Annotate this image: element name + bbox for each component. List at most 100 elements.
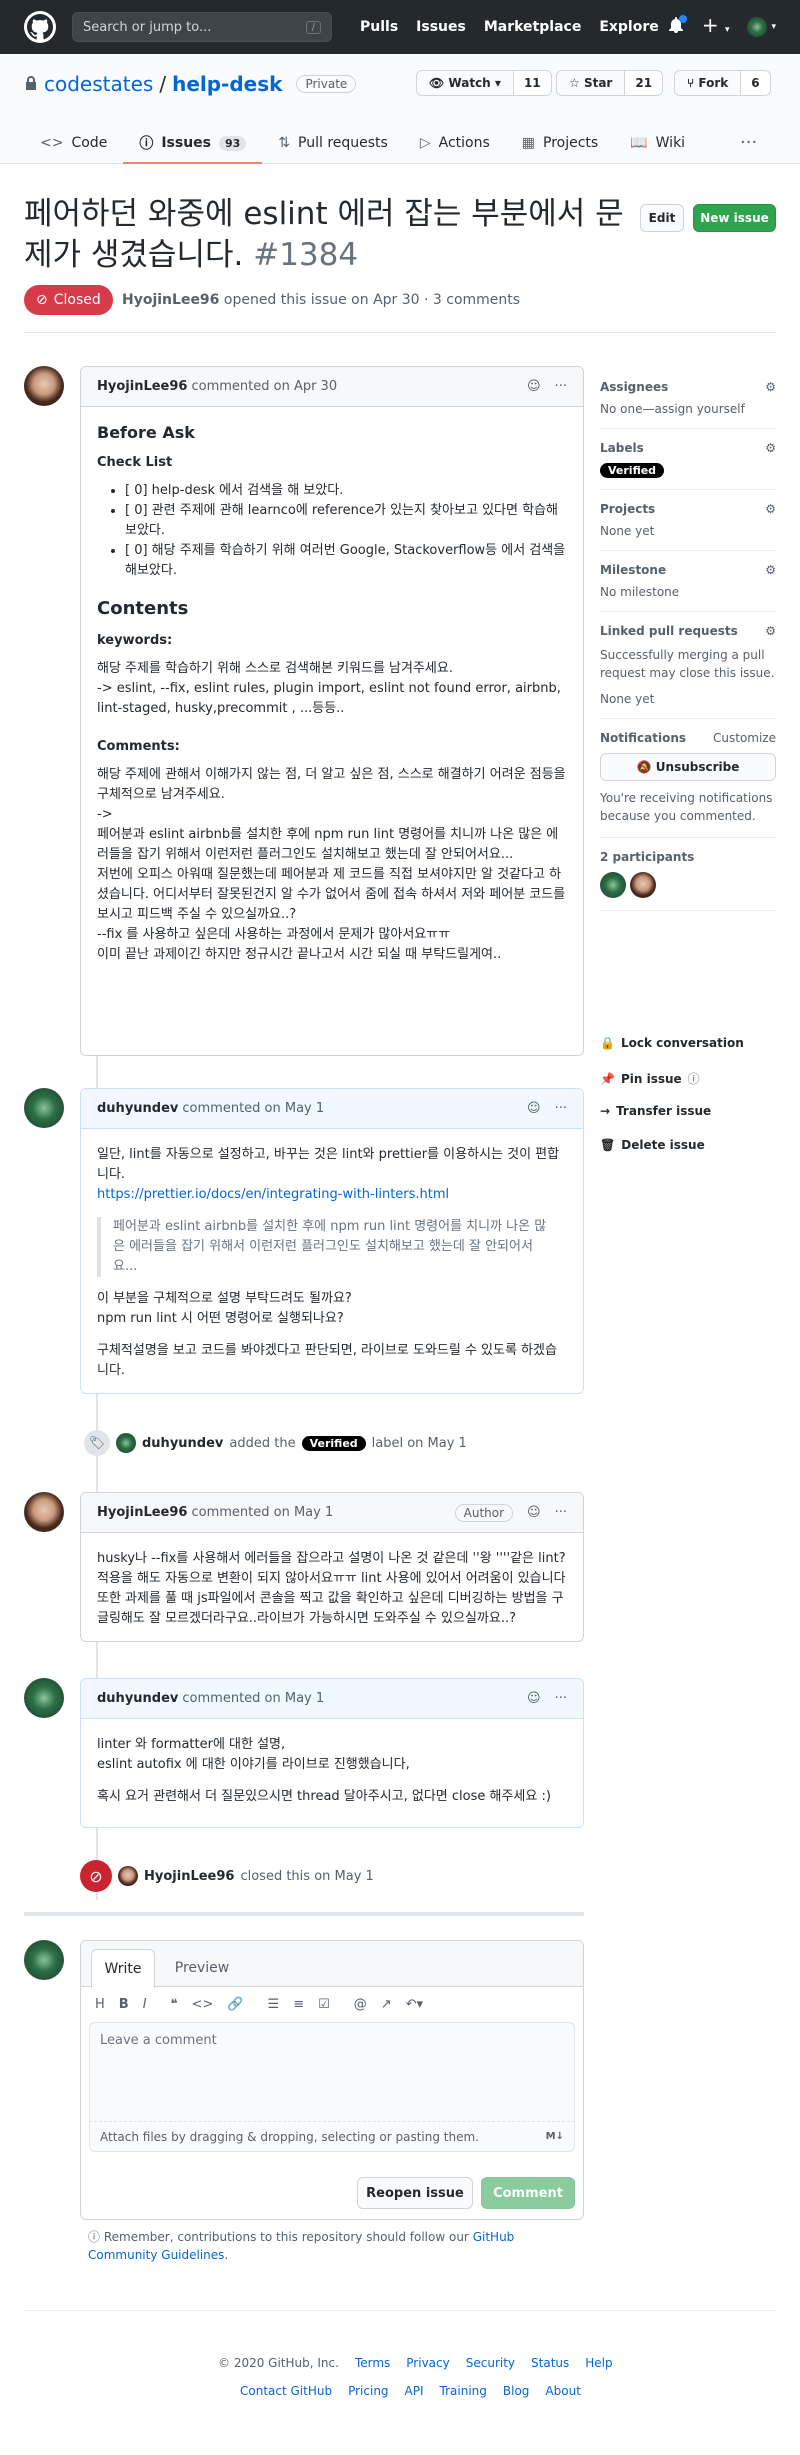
attach-files-area[interactable]: Attach files by dragging & dropping, sel…	[89, 2122, 575, 2152]
verified-label[interactable]: Verified	[600, 463, 665, 478]
more-menu-icon[interactable]: ···	[740, 132, 757, 153]
smiley-icon[interactable]: ☺	[527, 379, 541, 394]
commenter-avatar[interactable]	[24, 1678, 64, 1718]
gear-icon[interactable]: ⚙	[765, 502, 776, 516]
preview-tab[interactable]: Preview	[167, 1949, 237, 1987]
tab-wiki[interactable]: 📖 Wiki	[614, 124, 701, 164]
assignees-header[interactable]: Assignees ⚙	[600, 380, 776, 394]
participant-avatar[interactable]	[630, 872, 656, 898]
issue-author-link[interactable]: HyojinLee96	[122, 292, 219, 308]
prettier-docs-link[interactable]: https://prettier.io/docs/en/integrating-…	[97, 1187, 449, 1202]
footer-link-privacy[interactable]: Privacy	[406, 2356, 449, 2370]
gear-icon[interactable]: ⚙	[765, 441, 776, 455]
event-actor[interactable]: duhyundev	[142, 1436, 223, 1451]
gear-icon[interactable]: ⚙	[765, 624, 776, 638]
tab-actions[interactable]: ▷ Actions	[404, 124, 506, 164]
search-input[interactable]: Search or jump to... /	[72, 12, 332, 42]
kebab-menu-icon[interactable]: ···	[555, 379, 567, 394]
pin-issue-button[interactable]: 📌 Pin issue ⓘ	[600, 1070, 700, 1087]
smiley-icon[interactable]: ☺	[527, 1505, 541, 1520]
nav-pulls[interactable]: Pulls	[360, 19, 398, 35]
customize-link[interactable]: Customize	[713, 731, 776, 745]
link-icon[interactable]: 🔗	[227, 1997, 243, 2012]
gear-icon[interactable]: ⚙	[765, 563, 776, 577]
lock-conversation-button[interactable]: 🔒 Lock conversation	[600, 1036, 744, 1050]
smiley-icon[interactable]: ☺	[527, 1691, 541, 1706]
actor-avatar[interactable]	[116, 1433, 136, 1453]
gear-icon[interactable]: ⚙	[765, 380, 776, 394]
comment-author[interactable]: HyojinLee96	[97, 379, 187, 394]
heading-icon[interactable]: H	[95, 1997, 105, 2012]
cross-reference-icon[interactable]: ↗	[381, 1997, 392, 2012]
nav-explore[interactable]: Explore	[599, 19, 658, 35]
comment-author[interactable]: duhyundev	[97, 1691, 178, 1706]
tab-issues[interactable]: ⓘ Issues 93	[123, 124, 263, 164]
star-button[interactable]: ☆ Star	[556, 70, 626, 96]
numbered-list-icon[interactable]: ≡	[293, 1997, 304, 2012]
tab-projects[interactable]: ▦ Projects	[506, 124, 614, 164]
comment-author[interactable]: HyojinLee96	[97, 1505, 187, 1520]
reply-icon[interactable]: ↶▾	[406, 1997, 423, 2012]
footer-link-status[interactable]: Status	[531, 2356, 569, 2370]
nav-marketplace[interactable]: Marketplace	[484, 19, 581, 35]
bold-icon[interactable]: B	[119, 1997, 129, 2012]
footer-link-pricing[interactable]: Pricing	[348, 2384, 388, 2398]
comment-time[interactable]: commented on May 1	[182, 1101, 324, 1116]
watch-count[interactable]: 11	[513, 70, 552, 96]
kebab-menu-icon[interactable]: ···	[555, 1101, 567, 1116]
kebab-menu-icon[interactable]: ···	[555, 1691, 567, 1706]
fork-count[interactable]: 6	[741, 70, 771, 96]
event-actor[interactable]: HyojinLee96	[144, 1869, 234, 1884]
star-count[interactable]: 21	[625, 70, 664, 96]
info-icon[interactable]: ⓘ	[688, 1070, 700, 1087]
footer-link-blog[interactable]: Blog	[503, 2384, 530, 2398]
comment-button[interactable]: Comment	[481, 2177, 575, 2209]
reopen-issue-button[interactable]: Reopen issue	[357, 2177, 473, 2209]
create-new-plus-icon[interactable]: + ▾	[702, 15, 730, 38]
nav-issues[interactable]: Issues	[416, 19, 466, 35]
comment-author[interactable]: duhyundev	[97, 1101, 178, 1116]
delete-issue-button[interactable]: 🗑 Delete issue	[600, 1138, 705, 1152]
mention-icon[interactable]: @	[354, 1997, 367, 2012]
comment-textarea[interactable]: Leave a comment	[89, 2022, 575, 2122]
milestone-header[interactable]: Milestone ⚙	[600, 563, 776, 577]
code-icon[interactable]: <>	[192, 1997, 214, 2012]
transfer-issue-button[interactable]: → Transfer issue	[600, 1104, 711, 1118]
linked-prs-header[interactable]: Linked pull requests ⚙	[600, 624, 776, 638]
author-avatar[interactable]	[24, 366, 64, 406]
watch-button[interactable]: 👁 Watch ▾	[416, 70, 514, 96]
projects-header[interactable]: Projects ⚙	[600, 502, 776, 516]
smiley-icon[interactable]: ☺	[527, 1101, 541, 1116]
comment-time[interactable]: commented on Apr 30	[191, 379, 337, 394]
repo-owner-link[interactable]: codestates	[44, 72, 153, 96]
commenter-avatar[interactable]	[24, 1088, 64, 1128]
bullet-list-icon[interactable]: ☰	[268, 1997, 280, 2012]
notifications-bell-icon[interactable]	[668, 15, 687, 37]
repo-name-link[interactable]: help-desk	[172, 72, 282, 96]
comment-time[interactable]: commented on May 1	[182, 1691, 324, 1706]
write-tab[interactable]: Write	[91, 1949, 155, 1988]
user-avatar-menu[interactable]: ▾	[747, 17, 776, 37]
footer-link-security[interactable]: Security	[466, 2356, 515, 2370]
actor-avatar[interactable]	[118, 1866, 138, 1886]
unsubscribe-button[interactable]: 🔕 Unsubscribe	[600, 753, 776, 781]
edit-title-button[interactable]: Edit	[640, 204, 684, 232]
footer-link-training[interactable]: Training	[440, 2384, 487, 2398]
footer-link-terms[interactable]: Terms	[355, 2356, 390, 2370]
comment-time[interactable]: commented on May 1	[191, 1505, 333, 1520]
footer-link-contact[interactable]: Contact GitHub	[240, 2384, 332, 2398]
footer-link-about[interactable]: About	[545, 2384, 580, 2398]
participant-avatar[interactable]	[600, 872, 626, 898]
tab-pull-requests[interactable]: ⇅ Pull requests	[262, 124, 404, 164]
assign-yourself-link[interactable]: No one—assign yourself	[600, 402, 776, 416]
tab-code[interactable]: <> Code	[24, 124, 123, 164]
task-list-icon[interactable]: ☑	[318, 1997, 330, 2012]
fork-button[interactable]: ⑂ Fork	[674, 70, 742, 96]
github-logo-icon[interactable]	[24, 11, 56, 43]
quote-icon[interactable]: ❝	[171, 1997, 178, 2012]
labels-header[interactable]: Labels ⚙	[600, 441, 776, 455]
footer-link-help[interactable]: Help	[585, 2356, 612, 2370]
footer-link-api[interactable]: API	[405, 2384, 424, 2398]
new-issue-button[interactable]: New issue	[693, 204, 776, 232]
author-avatar[interactable]	[24, 1492, 64, 1532]
